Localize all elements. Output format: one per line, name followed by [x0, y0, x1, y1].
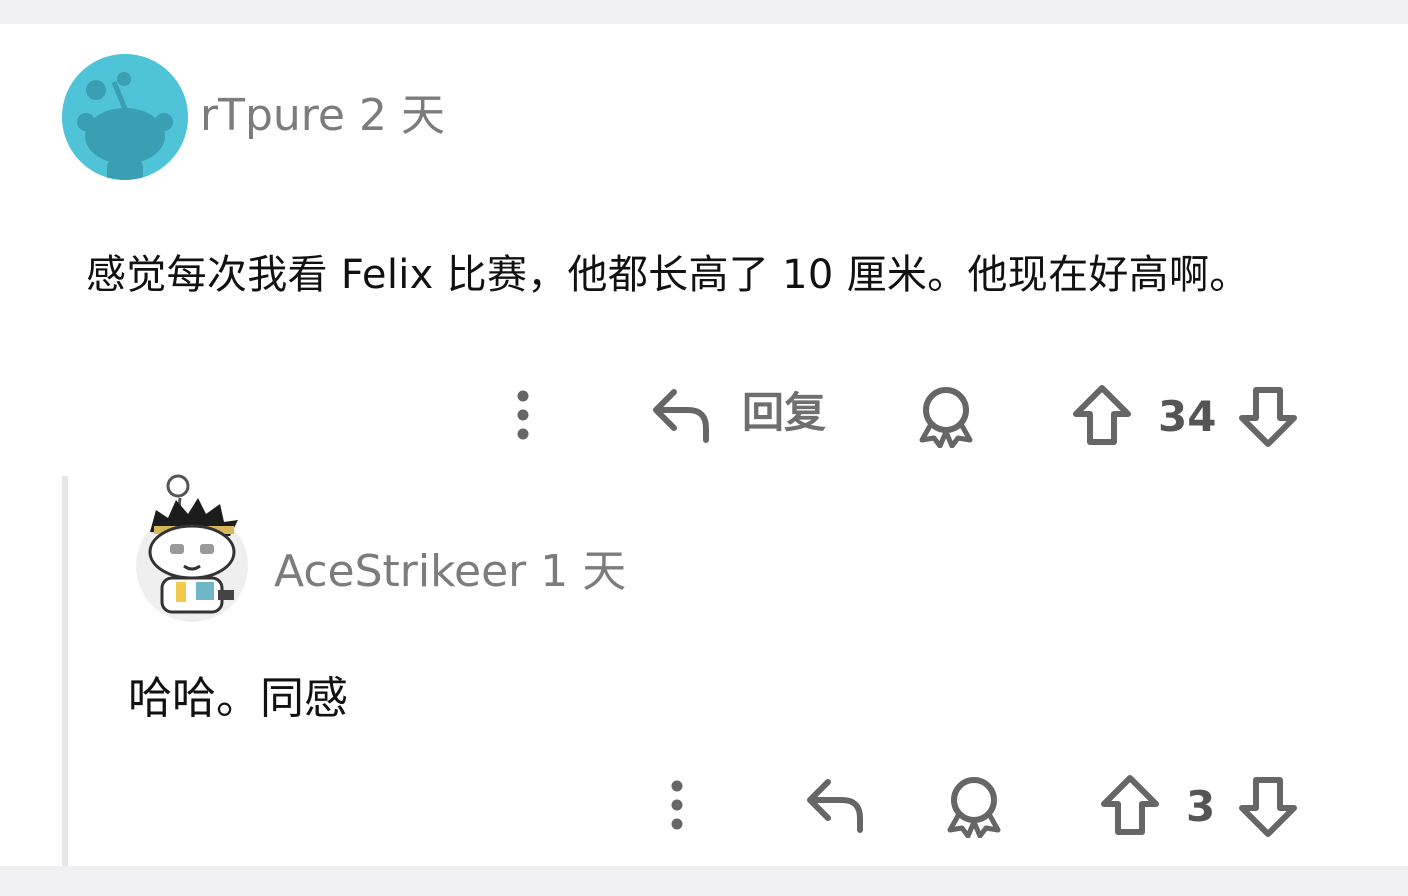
- avatar[interactable]: [132, 470, 252, 626]
- downvote-button[interactable]: [1238, 774, 1298, 838]
- comment-body: 哈哈。同感: [128, 673, 348, 724]
- username[interactable]: rTpure: [200, 90, 345, 141]
- comment-thread: rTpure 2 天 感觉每次我看 Felix 比赛，他都长高了 10 厘米。他…: [0, 24, 1408, 866]
- downvote-button[interactable]: [1238, 384, 1298, 448]
- reply-icon: [807, 779, 863, 833]
- avatar[interactable]: [62, 54, 188, 180]
- vote-count: 34: [1158, 392, 1217, 441]
- vote-count: 3: [1186, 782, 1216, 831]
- reply-button[interactable]: [648, 384, 712, 444]
- upvote-icon: [1073, 385, 1131, 445]
- award-icon: [947, 777, 1001, 838]
- comment-body: 感觉每次我看 Felix 比赛，他都长高了 10 厘米。他现在好高啊。: [86, 252, 1250, 298]
- comment-meta: rTpure 2 天: [200, 94, 445, 138]
- timestamp: 2 天: [358, 90, 445, 141]
- reply-icon: [653, 389, 709, 443]
- more-options-button[interactable]: [508, 388, 538, 444]
- award-button[interactable]: [914, 384, 978, 448]
- more-options-button[interactable]: [662, 778, 692, 834]
- downvote-icon: [1239, 387, 1297, 447]
- award-button[interactable]: [942, 774, 1006, 838]
- reply-label[interactable]: 回复: [742, 392, 826, 434]
- award-icon: [919, 387, 973, 448]
- timestamp: 1 天: [540, 546, 627, 597]
- upvote-button[interactable]: [1072, 384, 1132, 448]
- username[interactable]: AceStrikeer: [274, 546, 526, 597]
- upvote-button[interactable]: [1100, 774, 1160, 838]
- more-vertical-icon: [517, 390, 529, 440]
- user-avatar-icon: [136, 474, 248, 622]
- thread-line[interactable]: [62, 476, 68, 866]
- comment-meta: AceStrikeer 1 天: [274, 550, 626, 594]
- upvote-icon: [1101, 775, 1159, 835]
- downvote-icon: [1239, 777, 1297, 837]
- reddit-snoo-icon: [62, 54, 188, 180]
- reply-button[interactable]: [802, 774, 866, 834]
- more-vertical-icon: [671, 780, 683, 830]
